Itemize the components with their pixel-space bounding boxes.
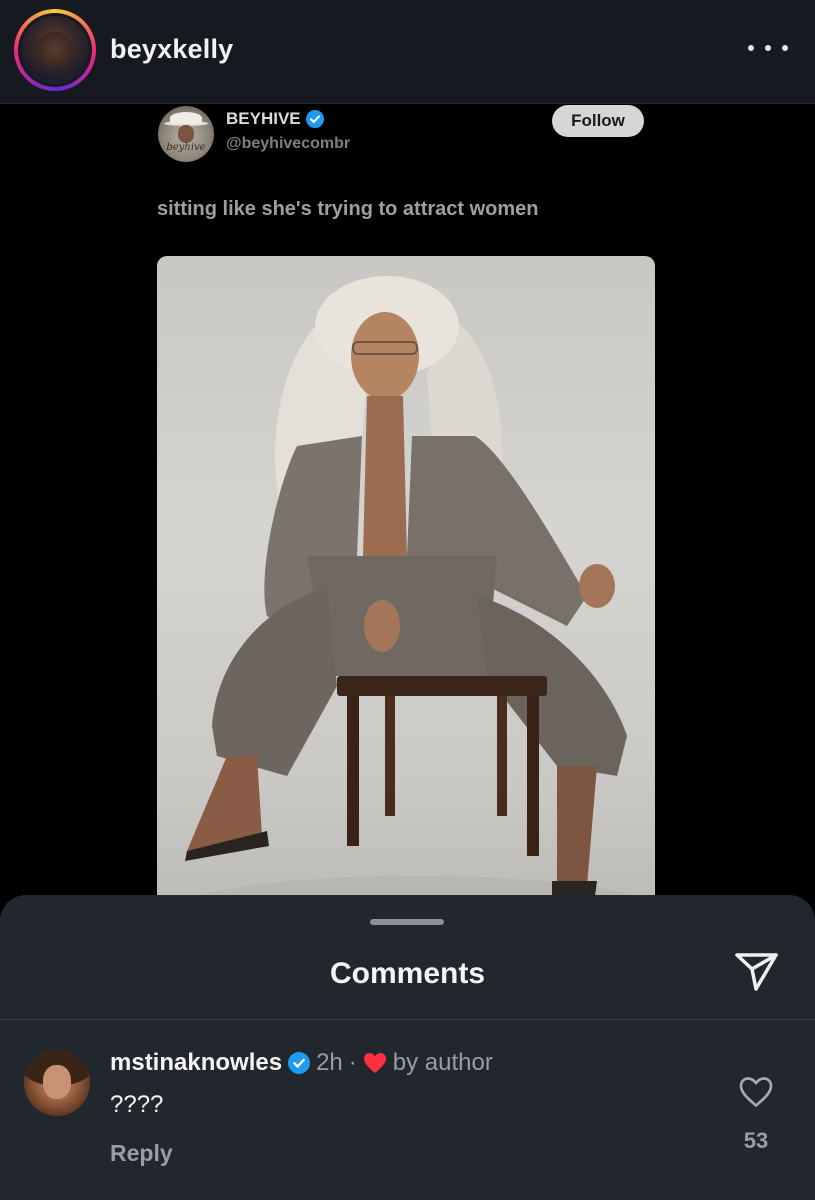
like-count: 53: [743, 1128, 769, 1153]
comment-avatar[interactable]: [24, 1050, 90, 1116]
profile-avatar[interactable]: [14, 9, 96, 91]
comment-meta: mstinaknowles 2h · by author: [110, 1049, 493, 1077]
liked-by-author-label: by author: [392, 1049, 493, 1076]
tweet-avatar-logo-text: beyhive: [166, 142, 206, 153]
screen: beyxkelly beyhive BEYHIVE @beyhivecombr …: [0, 0, 815, 1200]
tweet-author: BEYHIVE: [226, 109, 324, 129]
divider: [0, 1019, 815, 1020]
follow-button[interactable]: Follow: [552, 105, 644, 137]
comments-title: Comments: [329, 957, 486, 990]
tweet-avatar[interactable]: beyhive: [158, 106, 214, 162]
verified-badge-icon: [288, 1052, 311, 1074]
sheet-drag-handle[interactable]: [370, 919, 444, 925]
send-icon[interactable]: [732, 949, 780, 993]
post-header: beyxkelly: [0, 0, 815, 104]
tweet-photo[interactable]: [157, 256, 655, 946]
tweet-text: sitting like she's trying to attract wom…: [157, 198, 539, 220]
comment-time: 2h: [316, 1049, 343, 1076]
ellipsis-horizontal-icon[interactable]: [748, 38, 788, 58]
comment-username[interactable]: mstinaknowles: [110, 1049, 282, 1077]
reply-button[interactable]: Reply: [110, 1140, 173, 1167]
heart-filled-icon: [363, 1052, 387, 1074]
meta-separator: ·: [348, 1049, 357, 1076]
comment-text: ????: [110, 1091, 164, 1118]
avatar-photo: [21, 16, 89, 84]
comments-sheet: Comments mstinaknowles 2h · by author ??…: [0, 895, 815, 1200]
heart-outline-icon[interactable]: [738, 1075, 774, 1109]
tweet-author-name: BEYHIVE: [226, 109, 301, 128]
header-username[interactable]: beyxkelly: [110, 34, 233, 65]
verified-badge-icon: [305, 110, 324, 128]
tweet-handle: @beyhivecombr: [226, 135, 351, 152]
